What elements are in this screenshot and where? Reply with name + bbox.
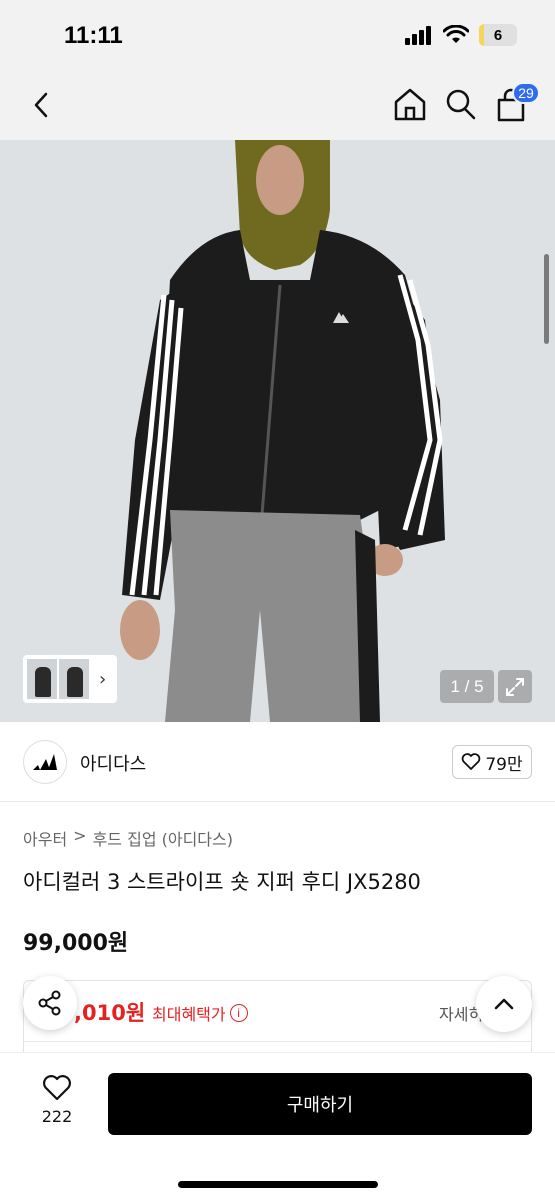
bottom-action-bar: 222 구매하기 xyxy=(0,1052,555,1200)
cellular-signal-icon xyxy=(405,26,431,45)
expand-icon xyxy=(506,677,524,696)
breadcrumb-separator: > xyxy=(73,826,87,845)
brand-like-button[interactable]: 79만 xyxy=(452,745,532,779)
battery-icon: 6 xyxy=(479,24,517,46)
product-image-carousel[interactable]: › 1 / 5 xyxy=(0,140,555,722)
status-bar: 11:11 6 xyxy=(0,0,555,70)
divider xyxy=(24,1041,531,1042)
wishlist-button[interactable]: 222 xyxy=(30,1075,84,1126)
thumbnail-strip[interactable]: › xyxy=(23,655,117,703)
benefit-label-text: 최대혜택가 xyxy=(152,1005,226,1024)
wifi-icon xyxy=(443,25,469,43)
brand-row: 아디다스 79만 xyxy=(0,722,555,802)
benefit-price: ,010원 xyxy=(74,1001,146,1025)
top-nav-bar: 29 xyxy=(0,70,555,140)
thumbnail-1[interactable] xyxy=(27,659,57,699)
status-time: 11:11 xyxy=(64,22,123,49)
image-counter: 1 / 5 xyxy=(440,670,494,703)
search-button[interactable] xyxy=(444,86,478,122)
battery-level: 6 xyxy=(493,26,503,44)
product-price: 99,000원 xyxy=(23,931,129,956)
info-icon[interactable]: i xyxy=(229,1004,248,1022)
cart-count-badge: 29 xyxy=(512,82,540,104)
benefit-label: 최대혜택가 i xyxy=(152,1001,248,1025)
product-title: 아디컬러 3 스트라이프 숏 지퍼 후디 JX5280 xyxy=(23,870,421,894)
chevron-up-icon xyxy=(494,998,514,1010)
heart-icon xyxy=(43,1075,71,1101)
adidas-logo-icon xyxy=(33,754,57,770)
heart-icon xyxy=(462,753,481,770)
share-icon xyxy=(38,990,61,1016)
home-indicator xyxy=(178,1181,378,1188)
product-photo xyxy=(0,140,555,722)
home-icon xyxy=(394,88,426,121)
thumbnail-2[interactable] xyxy=(59,659,89,699)
breadcrumb-subcategory[interactable]: 후드 집업 (아디다스) xyxy=(93,826,233,850)
expand-image-button[interactable] xyxy=(498,670,532,703)
brand-logo[interactable] xyxy=(23,740,67,784)
chevron-right-icon[interactable]: › xyxy=(99,669,106,690)
cart-button[interactable]: 29 xyxy=(494,82,540,124)
search-icon xyxy=(446,89,476,120)
status-icons: 6 xyxy=(405,24,517,46)
home-button[interactable] xyxy=(393,86,427,122)
page-scrollbar[interactable] xyxy=(544,254,549,344)
wishlist-count: 222 xyxy=(41,1107,73,1126)
breadcrumb: 아우터 > 후드 집업 (아디다스) xyxy=(23,826,233,850)
breadcrumb-category[interactable]: 아우터 xyxy=(23,826,67,850)
brand-name[interactable]: 아디다스 xyxy=(80,750,146,776)
brand-like-count: 79만 xyxy=(485,754,523,775)
chevron-left-icon xyxy=(34,92,48,118)
buy-button[interactable]: 구매하기 xyxy=(108,1073,532,1135)
scroll-top-button[interactable] xyxy=(476,976,532,1032)
share-button[interactable] xyxy=(23,976,77,1030)
back-button[interactable] xyxy=(24,88,58,122)
